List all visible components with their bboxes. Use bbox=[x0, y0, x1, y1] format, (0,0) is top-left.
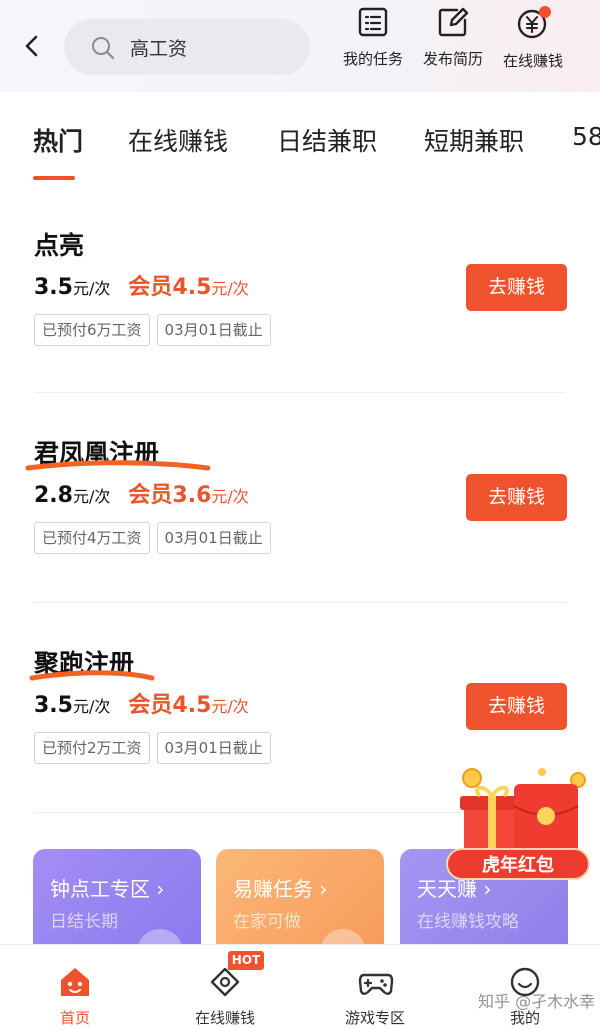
earn-button[interactable]: 去赚钱 bbox=[466, 474, 567, 521]
job-price: 3.5元/次 会员4.5元/次 bbox=[34, 687, 249, 719]
tab-online-earn[interactable]: 在线赚钱 bbox=[128, 122, 228, 158]
job-card[interactable]: 点亮 3.5元/次 会员4.5元/次 已预付6万工资 03月01日截止 去赚钱 bbox=[0, 226, 600, 436]
nav-label: 在线赚钱 bbox=[194, 1009, 255, 1027]
search-bar[interactable]: 高工资 bbox=[64, 19, 310, 75]
post-resume-button[interactable]: 发布简历 bbox=[413, 6, 493, 69]
card-subtitle: 在线赚钱攻略 bbox=[417, 912, 519, 932]
notification-dot bbox=[539, 6, 551, 18]
nav-games[interactable]: 游戏专区 bbox=[315, 945, 435, 1029]
post-resume-label: 发布简历 bbox=[422, 50, 483, 68]
vip-price-unit: 元/次 bbox=[211, 697, 249, 716]
nav-home[interactable]: 首页 bbox=[15, 945, 135, 1029]
vip-price-value: 3.6 bbox=[172, 483, 212, 508]
tab-short-term[interactable]: 短期兼职 bbox=[424, 122, 524, 158]
job-tags: 已预付6万工资 03月01日截止 bbox=[34, 314, 278, 346]
vip-label: 会员 bbox=[128, 693, 173, 718]
red-envelope-label: 虎年红包 bbox=[446, 848, 590, 880]
divider bbox=[34, 392, 566, 393]
price-value: 3.5 bbox=[34, 693, 73, 718]
nav-label: 首页 bbox=[59, 1009, 90, 1027]
online-earn-label: 在线赚钱 bbox=[502, 52, 563, 70]
my-tasks-label: 我的任务 bbox=[342, 50, 403, 68]
vip-label: 会员 bbox=[128, 483, 173, 508]
home-icon bbox=[61, 968, 89, 996]
vip-price-value: 4.5 bbox=[172, 693, 212, 718]
online-earn-button[interactable]: 在线赚钱 bbox=[493, 6, 573, 71]
bottom-navigation: 首页 在线赚钱 游戏专区 我的 bbox=[0, 944, 600, 1029]
edit-icon bbox=[438, 7, 469, 37]
promo-card-easy-tasks[interactable]: 易赚任务 › 在家可做 bbox=[216, 849, 384, 959]
price-unit: 元/次 bbox=[72, 697, 111, 716]
red-envelope-float[interactable]: 虎年红包 bbox=[446, 766, 590, 882]
deadline-tag: 03月01日截止 bbox=[156, 522, 271, 554]
card-title: 钟点工专区 › bbox=[50, 877, 165, 901]
vip-label: 会员 bbox=[128, 275, 173, 300]
divider bbox=[34, 602, 566, 603]
card-title: 易赚任务 › bbox=[233, 877, 328, 901]
money-tag-icon bbox=[210, 967, 240, 997]
hot-badge: HOT bbox=[228, 951, 264, 970]
earn-button[interactable]: 去赚钱 bbox=[466, 683, 567, 730]
job-tags: 已预付4万工资 03月01日截止 bbox=[34, 522, 278, 554]
search-icon bbox=[92, 37, 115, 60]
vip-price-unit: 元/次 bbox=[211, 487, 249, 506]
nav-online-earn[interactable]: 在线赚钱 bbox=[165, 945, 285, 1029]
job-price: 3.5元/次 会员4.5元/次 bbox=[34, 269, 249, 301]
job-tags: 已预付2万工资 03月01日截止 bbox=[34, 732, 278, 764]
app-screen: 高工资 我的任务 发布简历 在线赚钱 热门 在线赚钱 日结兼职 短期兼职 58 … bbox=[0, 0, 600, 1029]
job-title: 点亮 bbox=[34, 231, 85, 260]
annotation-underline bbox=[25, 460, 211, 471]
active-tab-indicator bbox=[33, 176, 75, 180]
tab-58[interactable]: 58 bbox=[572, 122, 600, 151]
back-arrow-icon[interactable] bbox=[20, 34, 44, 58]
earn-button[interactable]: 去赚钱 bbox=[466, 264, 567, 311]
card-subtitle: 日结长期 bbox=[50, 912, 118, 932]
job-price: 2.8元/次 会员3.6元/次 bbox=[34, 477, 249, 509]
deadline-tag: 03月01日截止 bbox=[156, 732, 271, 764]
nav-mine[interactable]: 我的 bbox=[465, 945, 585, 1029]
prepaid-tag: 已预付2万工资 bbox=[34, 732, 150, 764]
price-unit: 元/次 bbox=[72, 487, 111, 506]
task-list-icon bbox=[358, 7, 388, 37]
annotation-underline bbox=[29, 670, 155, 681]
nav-label: 游戏专区 bbox=[344, 1009, 405, 1027]
prepaid-tag: 已预付6万工资 bbox=[34, 314, 150, 346]
tab-daily-pay[interactable]: 日结兼职 bbox=[277, 122, 377, 158]
top-bar: 高工资 我的任务 发布简历 在线赚钱 bbox=[0, 0, 600, 92]
search-input-value[interactable]: 高工资 bbox=[130, 34, 187, 61]
watermark-text: 知乎 @孑木水幸 bbox=[478, 992, 596, 1011]
my-tasks-button[interactable]: 我的任务 bbox=[333, 6, 413, 69]
vip-price-value: 4.5 bbox=[172, 275, 212, 300]
prepaid-tag: 已预付4万工资 bbox=[34, 522, 150, 554]
vip-price-unit: 元/次 bbox=[211, 279, 249, 298]
price-value: 2.8 bbox=[34, 483, 73, 508]
promo-card-hourly[interactable]: 钟点工专区 › 日结长期 bbox=[33, 849, 201, 959]
card-subtitle: 在家可做 bbox=[233, 912, 301, 932]
gamepad-icon bbox=[358, 973, 394, 995]
price-unit: 元/次 bbox=[72, 279, 111, 298]
deadline-tag: 03月01日截止 bbox=[156, 314, 271, 346]
tab-hot[interactable]: 热门 bbox=[33, 122, 83, 158]
category-tabs: 热门 在线赚钱 日结兼职 短期兼职 58 bbox=[0, 122, 600, 182]
price-value: 3.5 bbox=[34, 275, 73, 300]
